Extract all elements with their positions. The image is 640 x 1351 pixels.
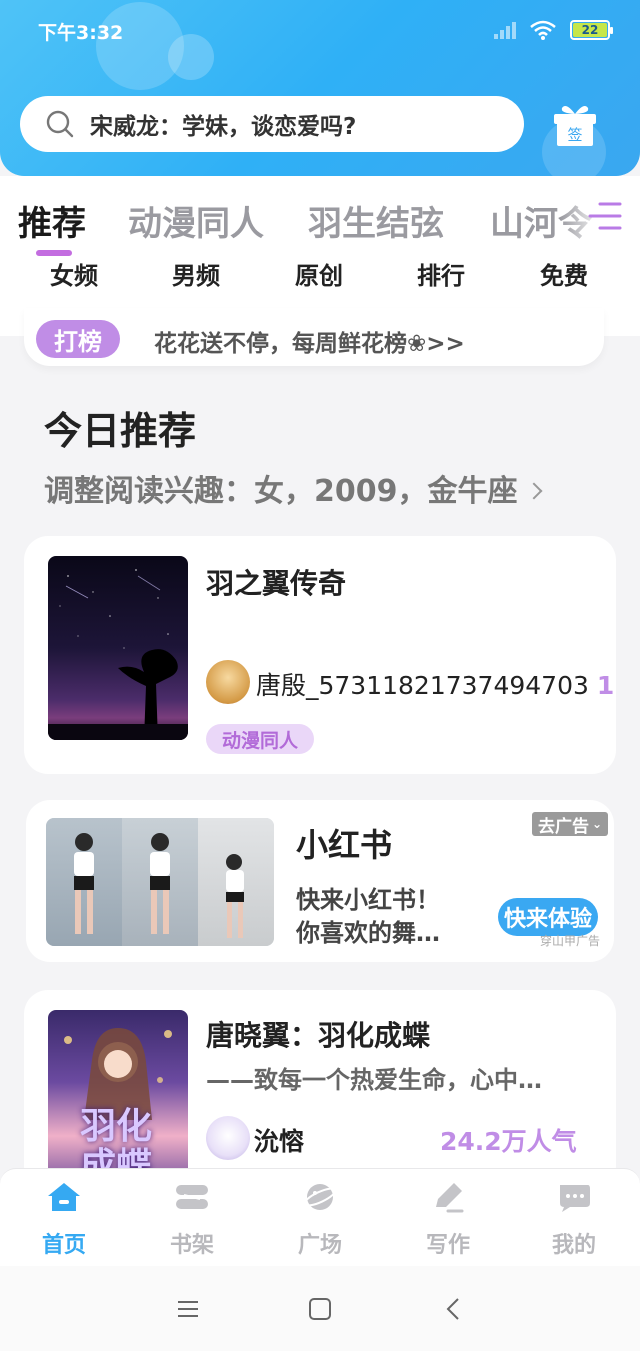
header: 下午3:32 22 宋威龙：学妹，谈恋爱吗? 签 xyxy=(0,0,640,176)
nav-label: 我的 xyxy=(551,1233,596,1258)
author-name: 唐殷_57311821737494703 xyxy=(256,671,589,700)
home-icon xyxy=(48,1183,80,1211)
nav-bookshelf[interactable]: 书架 xyxy=(152,1181,232,1259)
remove-ad-button[interactable]: 去广告 ⌄ xyxy=(532,812,609,837)
ad-source: 穿山甲广告 xyxy=(540,934,601,948)
subtab-ranking[interactable]: 排行 xyxy=(417,256,465,291)
home-button-icon[interactable] xyxy=(306,1296,334,1322)
ad-desc-line1: 快来小红书！ xyxy=(296,886,440,914)
author-name: 沇愹 xyxy=(254,1127,305,1156)
chevron-down-icon: ⌄ xyxy=(592,817,603,831)
nav-home[interactable]: 首页 xyxy=(24,1181,104,1259)
book-cover xyxy=(48,556,188,740)
notice-tag: 打榜 xyxy=(36,320,120,358)
battery-icon: 22 xyxy=(570,20,613,40)
remove-ad-label: 去广告 xyxy=(538,816,589,837)
pen-icon xyxy=(436,1183,464,1213)
nav-square[interactable]: 广场 xyxy=(280,1181,360,1259)
signal-icon xyxy=(494,21,516,39)
bottom-nav: 首页 书架 广场 写作 我的 xyxy=(0,1168,640,1266)
tab-yuzuru[interactable]: 羽生结弦 xyxy=(308,196,444,245)
book-metric: 158 xyxy=(596,671,616,700)
nav-label: 首页 xyxy=(41,1233,86,1258)
ad-cta-button[interactable]: 快来体验 xyxy=(498,898,598,936)
chat-bubble-icon xyxy=(560,1185,590,1212)
search-icon xyxy=(46,110,74,138)
book-popularity: 24.2万人气 xyxy=(440,1127,577,1156)
subtab-male[interactable]: 男频 xyxy=(172,256,220,291)
book-tag[interactable]: 动漫同人 xyxy=(206,724,315,754)
decor-bubble xyxy=(168,34,214,80)
book-title: 唐晓翼：羽化成蝶 xyxy=(206,1019,431,1052)
nav-label: 广场 xyxy=(297,1233,342,1258)
search-placeholder: 宋威龙：学妹，谈恋爱吗? xyxy=(90,114,357,140)
author-avatar xyxy=(206,660,250,704)
ad-title: 小红书 xyxy=(296,826,393,864)
reading-interest-text: 调整阅读兴趣：女，2009，金牛座 xyxy=(44,474,518,509)
notice-banner[interactable]: 打榜 花花送不停，每周鲜花榜❀>> xyxy=(24,308,604,366)
nav-mine[interactable]: 我的 xyxy=(534,1181,614,1259)
book-card[interactable]: 羽化成蝶 唐晓翼：羽化成蝶 ——致每一个热爱生命，心中… 沇愹 24.2万人气 xyxy=(24,990,616,1190)
battery-level: 22 xyxy=(581,23,599,37)
book-title: 羽之翼传奇 xyxy=(206,567,347,600)
search-bar[interactable]: 宋威龙：学妹，谈恋爱吗? xyxy=(20,96,524,152)
status-time: 下午3:32 xyxy=(38,22,124,44)
category-menu-icon[interactable] xyxy=(586,200,622,232)
tab-anime-fan[interactable]: 动漫同人 xyxy=(128,196,264,245)
book-card[interactable]: 羽之翼传奇 唐殷_57311821737494703 158 动漫同人 xyxy=(24,536,616,774)
book-cover: 羽化成蝶 xyxy=(48,1010,188,1190)
bookshelf-icon xyxy=(176,1185,208,1209)
section-title: 今日推荐 xyxy=(44,409,197,453)
chevron-right-icon xyxy=(525,482,542,500)
author-line: 唐殷_57311821737494703 158 xyxy=(256,666,616,702)
planet-icon xyxy=(303,1184,337,1210)
checkin-label: 签 xyxy=(567,126,582,144)
ad-description: 快来小红书！ 你喜欢的舞… xyxy=(296,884,440,950)
subtab-free[interactable]: 免费 xyxy=(540,256,588,291)
wifi-icon xyxy=(530,20,556,40)
status-icons: 22 xyxy=(494,20,613,40)
ad-image xyxy=(46,818,274,946)
ad-card[interactable]: 小红书 快来小红书！ 你喜欢的舞… 去广告 ⌄ 快来体验 穿山甲广告 xyxy=(26,800,614,962)
nav-label: 写作 xyxy=(425,1233,470,1258)
ad-desc-line2: 你喜欢的舞… xyxy=(296,919,440,947)
subtab-female[interactable]: 女频 xyxy=(50,256,98,291)
tab-recommend[interactable]: 推荐 xyxy=(18,196,86,245)
notice-text: 花花送不停，每周鲜花榜❀>> xyxy=(154,331,465,357)
gift-checkin-icon[interactable]: 签 xyxy=(550,100,600,150)
system-nav-bar xyxy=(0,1266,640,1351)
nav-write[interactable]: 写作 xyxy=(408,1181,488,1259)
book-description: ——致每一个热爱生命，心中… xyxy=(206,1066,542,1094)
author-avatar xyxy=(206,1116,250,1160)
subtab-original[interactable]: 原创 xyxy=(295,256,343,291)
back-icon[interactable] xyxy=(440,1296,468,1322)
recent-apps-icon[interactable] xyxy=(174,1296,202,1322)
reading-interest-link[interactable]: 调整阅读兴趣：女，2009，金牛座 xyxy=(44,466,542,510)
nav-label: 书架 xyxy=(169,1233,214,1258)
